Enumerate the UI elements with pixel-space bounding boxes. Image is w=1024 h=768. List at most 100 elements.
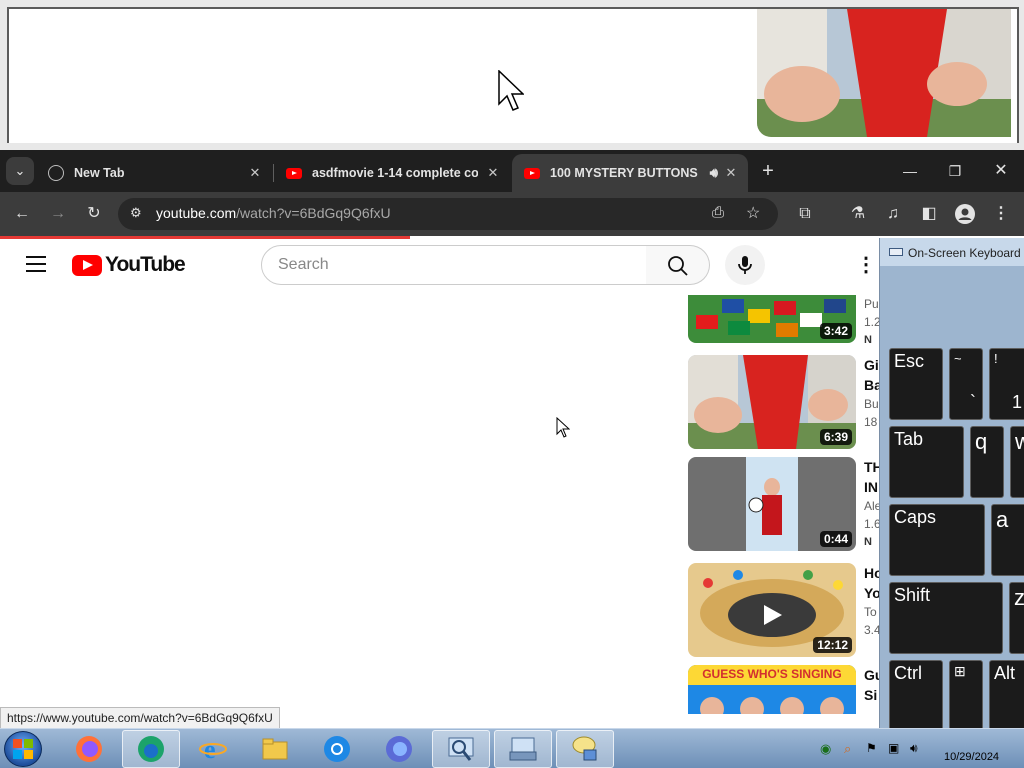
reload-button[interactable]: ↻ xyxy=(81,201,107,227)
restore-button[interactable]: ❐ xyxy=(935,158,975,184)
video-thumbnail[interactable]: 12:12 xyxy=(688,563,856,657)
magnifier-icon xyxy=(448,737,474,761)
preview-panel xyxy=(0,0,1024,150)
video-thumbnail[interactable]: 0:44 xyxy=(688,457,856,551)
taskbar: e ◉ ⌕ ⚑ ▣ 🔊︎ 10/29/2024 xyxy=(0,728,1024,768)
key-q[interactable]: q xyxy=(970,426,1004,498)
taskbar-chrome[interactable] xyxy=(308,730,366,768)
youtube-play-icon xyxy=(72,254,102,276)
search-input[interactable]: Search xyxy=(261,245,647,285)
keyboard-icon xyxy=(889,248,903,256)
video-duration: 12:12 xyxy=(813,637,852,653)
magnifier-tray-icon[interactable]: ⌕ xyxy=(844,741,858,756)
taskbar-firefox-dev[interactable] xyxy=(370,730,428,768)
volume-icon[interactable]: 🔊︎ xyxy=(910,741,924,755)
side-panel-icon[interactable]: ◧ xyxy=(916,201,942,227)
tab-asdfmovie[interactable]: asdfmovie 1-14 complete colle ✕ xyxy=(274,154,510,192)
video-item[interactable]: 12:12 Ho Yo To 3.4 xyxy=(688,563,883,657)
profile-avatar-icon[interactable] xyxy=(952,201,978,227)
edge-icon xyxy=(138,736,164,762)
browser-toolbar: ← → ↻ ⚙︎ youtube.com/watch?v=6BdGq9Q6fxU… xyxy=(0,192,1024,236)
network-globe-icon[interactable]: ◉ xyxy=(820,741,834,756)
action-center-flag-icon[interactable]: ⚑ xyxy=(866,741,880,755)
youtube-logo[interactable]: YouTube xyxy=(72,253,186,277)
close-window-button[interactable]: ✕ xyxy=(981,158,1021,184)
key-windows[interactable]: ⊞ xyxy=(949,660,983,732)
forward-button[interactable]: → xyxy=(45,201,71,227)
video-item[interactable]: 6:39 Gi Ba Bu 18 xyxy=(688,355,882,449)
youtube-page: YouTube Search ⋮ 3:42 Pu 1.2 N 6:39 Gi B… xyxy=(0,239,1024,714)
windows-logo-icon xyxy=(13,739,33,759)
close-icon[interactable]: ✕ xyxy=(722,164,740,182)
voice-search-button[interactable] xyxy=(725,245,765,285)
tab-title: New Tab xyxy=(74,166,125,180)
key-esc[interactable]: Esc xyxy=(889,348,943,420)
video-item[interactable]: 0:44 TH IN Ale 1.6 N xyxy=(688,457,883,551)
firefox-icon xyxy=(76,736,102,762)
tab-new-tab[interactable]: New Tab ✕ xyxy=(36,154,272,192)
taskbar-magnifier[interactable] xyxy=(432,730,490,768)
tab-search-button[interactable]: ⌄ xyxy=(6,157,34,185)
bookmark-star-icon[interactable]: ☆ xyxy=(746,203,760,223)
keyboard-icon xyxy=(509,737,537,761)
tab-strip: ⌄ New Tab ✕ asdfmovie 1-14 complete coll… xyxy=(0,150,1024,192)
taskbar-ie[interactable]: e xyxy=(184,730,242,768)
search-button[interactable] xyxy=(646,245,710,285)
video-duration: 3:42 xyxy=(819,323,852,339)
key-z[interactable]: z xyxy=(1009,582,1024,654)
osk-title-bar[interactable]: On-Screen Keyboard xyxy=(880,238,1024,266)
preview-thumbnail xyxy=(757,9,1011,137)
start-button[interactable] xyxy=(4,731,42,767)
search-icon xyxy=(668,256,688,276)
key-caps[interactable]: Caps xyxy=(889,504,985,576)
globe-icon xyxy=(48,165,64,181)
back-button[interactable]: ← xyxy=(9,201,35,227)
minimize-button[interactable]: — xyxy=(890,158,930,184)
status-bar-url: https://www.youtube.com/watch?v=6BdGq9Q6… xyxy=(0,707,280,729)
menu-kebab-icon[interactable]: ⋮ xyxy=(988,201,1014,227)
labs-icon[interactable]: ⚗︎ xyxy=(845,201,871,227)
new-tab-button[interactable]: + xyxy=(756,160,780,184)
taskbar-explorer[interactable] xyxy=(246,730,304,768)
audio-playing-icon[interactable]: 🔊︎ xyxy=(710,165,718,181)
video-duration: 6:39 xyxy=(819,429,852,445)
taskbar-chat[interactable] xyxy=(556,730,614,768)
ie-icon: e xyxy=(199,735,227,764)
key-tab[interactable]: Tab xyxy=(889,426,964,498)
network-icon[interactable]: ▣ xyxy=(888,741,902,755)
url-text: youtube.com/watch?v=6BdGq9Q6fxU xyxy=(156,205,391,221)
media-control-icon[interactable]: ♫ xyxy=(880,201,906,227)
thumbnail-text: GUESS WHO'S SINGING xyxy=(702,667,842,681)
key-tilde[interactable]: ~ ` xyxy=(949,348,983,420)
key-a[interactable]: a xyxy=(991,504,1024,576)
video-thumbnail[interactable]: 3:42 xyxy=(688,295,856,343)
key-shift[interactable]: Shift xyxy=(889,582,1003,654)
svg-text:e: e xyxy=(204,735,216,764)
tab-title: asdfmovie 1-14 complete colle xyxy=(312,166,478,180)
taskbar-edge[interactable] xyxy=(122,730,180,768)
address-bar[interactable]: ⚙︎ youtube.com/watch?v=6BdGq9Q6fxU ⎙ ☆ xyxy=(118,198,778,230)
windows-logo-icon: ⊞ xyxy=(954,663,966,679)
video-item[interactable]: GUESS WHO'S SINGING Gu Si xyxy=(688,665,883,714)
youtube-icon xyxy=(286,167,302,179)
close-icon[interactable]: ✕ xyxy=(246,164,264,182)
video-thumbnail[interactable]: 6:39 xyxy=(688,355,856,449)
site-info-icon[interactable]: ⚙︎ xyxy=(130,205,142,221)
key-alt[interactable]: Alt xyxy=(989,660,1024,732)
close-icon[interactable]: ✕ xyxy=(484,164,502,182)
tab-mystery-buttons[interactable]: 100 MYSTERY BUTTONS AI 🔊︎ ✕ xyxy=(512,154,748,192)
hamburger-menu-icon[interactable] xyxy=(26,256,46,272)
chat-icon xyxy=(572,736,597,761)
taskbar-firefox[interactable] xyxy=(60,730,118,768)
more-options-icon[interactable]: ⋮ xyxy=(856,253,876,277)
video-thumbnail[interactable]: GUESS WHO'S SINGING xyxy=(688,665,856,714)
extensions-icon[interactable]: ⧉ xyxy=(792,201,818,227)
install-app-icon[interactable]: ⎙ xyxy=(712,204,724,221)
taskbar-osk[interactable] xyxy=(494,730,552,768)
key-ctrl[interactable]: Ctrl xyxy=(889,660,943,732)
key-1[interactable]: ! 1 xyxy=(989,348,1024,420)
video-item[interactable]: 3:42 Pu 1.2 N xyxy=(688,295,881,346)
mouse-cursor-icon xyxy=(498,70,524,111)
taskbar-date[interactable]: 10/29/2024 xyxy=(944,751,999,763)
key-w[interactable]: w xyxy=(1010,426,1024,498)
